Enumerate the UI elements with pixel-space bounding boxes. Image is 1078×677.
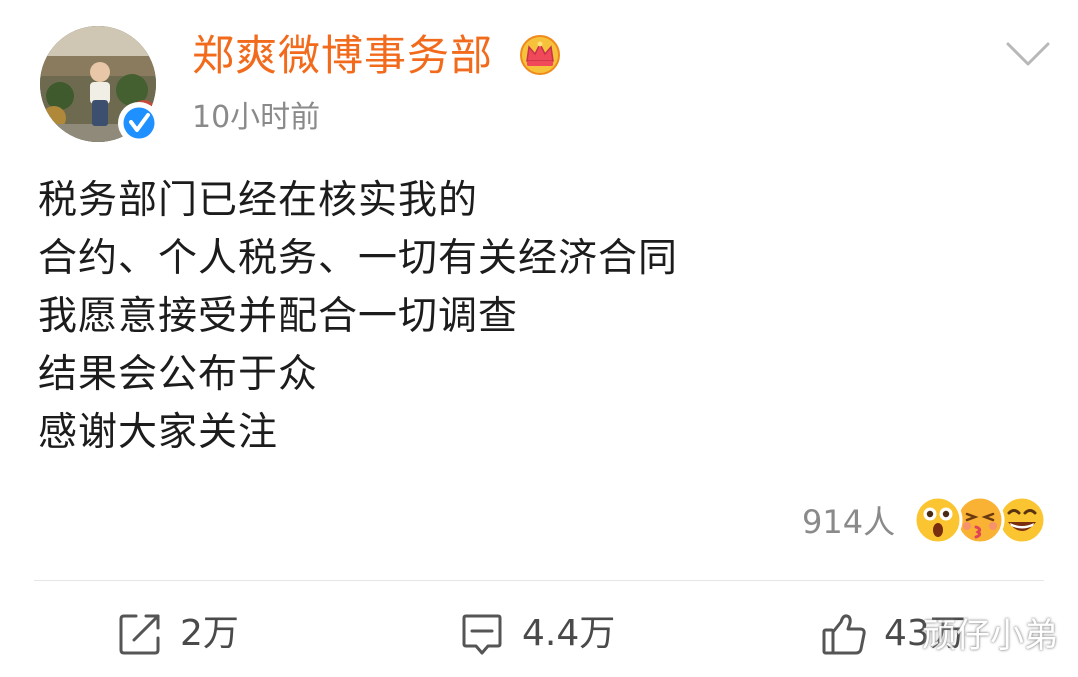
author-name[interactable]: 郑爽微博事务部 (192, 28, 493, 84)
verified-badge-icon (118, 102, 160, 144)
vip-crown-icon[interactable] (516, 30, 564, 78)
post-line: 感谢大家关注 (38, 410, 279, 455)
watermark: 顽仔小弟 (922, 616, 1058, 656)
shocked-face-icon (912, 494, 964, 546)
post-body[interactable]: 税务部门已经在核实我的 合约、个人税务、一切有关经济合同 我愿意接受并配合一切调… (38, 172, 1038, 462)
more-options-chevron-icon[interactable] (1002, 36, 1054, 72)
reaction-count[interactable]: 914人 (802, 500, 895, 544)
divider (34, 580, 1044, 581)
comment-button[interactable]: 4.4万 (458, 606, 615, 662)
repost-count: 2万 (180, 613, 239, 654)
post-line: 我愿意接受并配合一切调查 (38, 294, 519, 339)
comment-icon (458, 610, 506, 658)
repost-button[interactable]: 2万 (116, 606, 239, 662)
reaction-emojis[interactable] (912, 494, 1047, 550)
post-line: 合约、个人税务、一切有关经济合同 (38, 236, 679, 281)
repost-icon (116, 610, 164, 658)
post-line: 税务部门已经在核实我的 (38, 178, 479, 223)
comment-count: 4.4万 (522, 613, 616, 654)
post-timestamp: 10小时前 (192, 100, 321, 135)
post-line: 结果会公布于众 (38, 352, 319, 397)
thumbs-up-icon (820, 610, 868, 658)
